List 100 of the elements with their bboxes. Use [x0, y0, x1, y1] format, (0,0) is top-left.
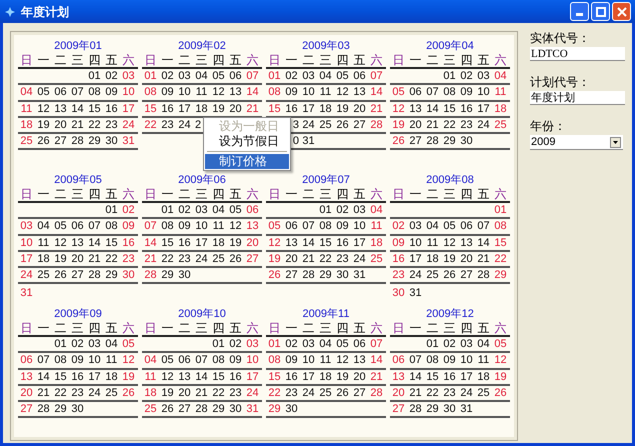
- day-number[interactable]: 17: [88, 370, 101, 383]
- day-number[interactable]: 08: [268, 86, 281, 98]
- day-number[interactable]: 21: [302, 253, 315, 266]
- day-number[interactable]: 10: [88, 354, 101, 366]
- day-number[interactable]: 23: [392, 269, 405, 282]
- day-number[interactable]: 14: [246, 86, 259, 98]
- day-number[interactable]: 07: [246, 70, 259, 82]
- day-number[interactable]: 12: [268, 236, 281, 249]
- day-number[interactable]: 23: [178, 253, 191, 266]
- day-number[interactable]: 03: [122, 70, 135, 82]
- day-number[interactable]: 31: [353, 269, 366, 282]
- day-number[interactable]: 10: [353, 220, 366, 232]
- menu-item[interactable]: 设为节假日: [205, 134, 289, 149]
- day-number[interactable]: 27: [20, 403, 33, 416]
- day-number[interactable]: 06: [285, 220, 298, 232]
- day-number[interactable]: 28: [426, 135, 439, 148]
- day-number[interactable]: 18: [212, 236, 225, 249]
- day-number[interactable]: 30: [71, 403, 84, 416]
- day-number[interactable]: 03: [302, 338, 315, 350]
- day-number[interactable]: 16: [460, 102, 473, 115]
- day-number[interactable]: 17: [195, 236, 208, 249]
- day-number[interactable]: 26: [336, 119, 349, 132]
- day-number[interactable]: 27: [392, 403, 405, 416]
- day-number[interactable]: 25: [370, 253, 383, 266]
- day-number[interactable]: 15: [212, 370, 225, 383]
- day-number[interactable]: 14: [477, 236, 490, 249]
- day-number[interactable]: 02: [178, 204, 191, 216]
- day-number[interactable]: 20: [20, 387, 33, 400]
- day-number[interactable]: 24: [302, 387, 315, 400]
- day-number[interactable]: 06: [54, 86, 67, 98]
- day-number[interactable]: 05: [122, 338, 135, 350]
- day-number[interactable]: 30: [460, 135, 473, 148]
- day-number[interactable]: 06: [71, 220, 84, 232]
- day-number[interactable]: 26: [161, 403, 174, 416]
- day-number[interactable]: 17: [353, 236, 366, 249]
- day-number[interactable]: 25: [212, 253, 225, 266]
- day-number[interactable]: 26: [392, 135, 405, 148]
- day-number[interactable]: 07: [195, 354, 208, 366]
- day-number[interactable]: 06: [392, 354, 405, 366]
- day-number[interactable]: 02: [229, 338, 242, 350]
- day-number[interactable]: 23: [336, 253, 349, 266]
- day-number[interactable]: 07: [477, 220, 490, 232]
- day-number[interactable]: 31: [122, 135, 135, 148]
- day-number[interactable]: 06: [20, 354, 33, 366]
- day-number[interactable]: 01: [161, 204, 174, 216]
- day-number[interactable]: 18: [20, 119, 33, 132]
- day-number[interactable]: 22: [161, 253, 174, 266]
- day-number[interactable]: 29: [105, 269, 118, 282]
- day-number[interactable]: 16: [285, 102, 298, 115]
- day-number[interactable]: 01: [268, 70, 281, 82]
- day-number[interactable]: 13: [392, 370, 405, 383]
- day-number[interactable]: 03: [246, 338, 259, 350]
- day-number[interactable]: 19: [122, 370, 135, 383]
- day-number[interactable]: 07: [409, 354, 422, 366]
- day-number[interactable]: 14: [71, 102, 84, 115]
- day-number[interactable]: 23: [285, 387, 298, 400]
- day-number[interactable]: 10: [20, 236, 33, 249]
- day-number[interactable]: 02: [285, 70, 298, 82]
- day-number[interactable]: 29: [88, 135, 101, 148]
- day-number[interactable]: 23: [443, 387, 456, 400]
- day-number[interactable]: 04: [105, 338, 118, 350]
- day-number[interactable]: 22: [212, 387, 225, 400]
- day-number[interactable]: 26: [494, 387, 507, 400]
- day-number[interactable]: 12: [161, 370, 174, 383]
- day-number[interactable]: 24: [178, 119, 191, 132]
- day-number[interactable]: 24: [246, 387, 259, 400]
- day-number[interactable]: 21: [370, 102, 383, 115]
- menu-item[interactable]: 制订价格: [205, 154, 289, 169]
- day-number[interactable]: 16: [392, 253, 405, 266]
- day-number[interactable]: 30: [336, 269, 349, 282]
- day-number[interactable]: 30: [443, 403, 456, 416]
- day-number[interactable]: 18: [105, 370, 118, 383]
- day-number[interactable]: 08: [88, 86, 101, 98]
- day-number[interactable]: 06: [460, 220, 473, 232]
- day-number[interactable]: 03: [353, 204, 366, 216]
- day-number[interactable]: 07: [71, 86, 84, 98]
- day-number[interactable]: 11: [144, 370, 156, 383]
- day-number[interactable]: 22: [105, 253, 118, 266]
- day-number[interactable]: 05: [443, 220, 456, 232]
- day-number[interactable]: 25: [494, 119, 507, 132]
- day-number[interactable]: 26: [268, 269, 281, 282]
- day-number[interactable]: 10: [409, 236, 422, 249]
- day-number[interactable]: 06: [229, 70, 242, 82]
- day-number[interactable]: 29: [494, 269, 507, 282]
- day-number[interactable]: 29: [443, 135, 456, 148]
- day-number[interactable]: 24: [477, 119, 490, 132]
- day-number[interactable]: 16: [443, 370, 456, 383]
- day-number[interactable]: 02: [285, 338, 298, 350]
- day-number[interactable]: 07: [144, 220, 157, 232]
- day-number[interactable]: 02: [336, 204, 349, 216]
- day-number[interactable]: 01: [105, 204, 118, 216]
- day-number[interactable]: 13: [285, 236, 298, 249]
- day-number[interactable]: 24: [195, 253, 208, 266]
- day-number[interactable]: 01: [212, 338, 225, 350]
- day-number[interactable]: 31: [20, 286, 33, 299]
- day-number[interactable]: 26: [336, 387, 349, 400]
- day-number[interactable]: 27: [71, 269, 84, 282]
- day-number[interactable]: 06: [353, 70, 366, 82]
- day-number[interactable]: 03: [88, 338, 101, 350]
- day-number[interactable]: 29: [268, 403, 281, 416]
